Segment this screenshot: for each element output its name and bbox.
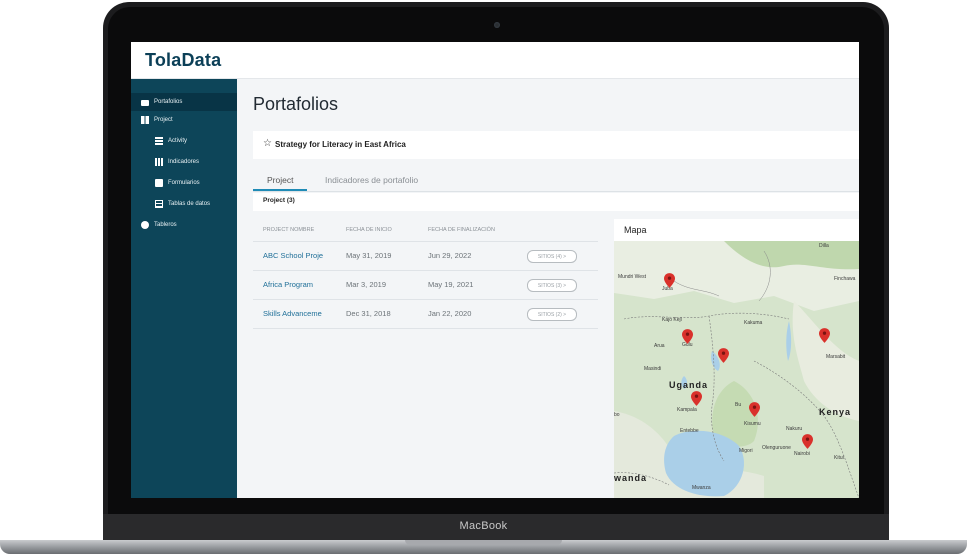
map-label-kitui: Kitui [834, 455, 844, 461]
start-date: Dec 31, 2018 [346, 309, 391, 318]
project-name-link[interactable]: Skills Advanceme [263, 309, 322, 318]
tab-indicadores-de-portafolio[interactable]: Indicadores de portafolio [325, 169, 418, 190]
map-pin-icon[interactable] [718, 348, 729, 363]
laptop-notch [405, 540, 562, 545]
start-date: May 31, 2019 [346, 251, 392, 260]
sidebar-item-label: Tablas de datos [168, 201, 211, 207]
map-pin-icon[interactable] [682, 329, 693, 344]
end-date: Jun 29, 2022 [428, 251, 472, 260]
sidebar-item-label: Activity [168, 138, 188, 144]
map-label-mundri: Mundri West [618, 274, 646, 280]
webcam [494, 22, 500, 28]
project-count-header: Project (3) [253, 193, 859, 211]
star-icon[interactable]: ☆ [263, 138, 272, 149]
map-label-entebbe: Entebbe [680, 428, 699, 434]
map-label-finchawa: Finchawa [834, 276, 856, 282]
projects-table: PROJECT NOMBRE FECHA DE INICIO FECHA DE … [253, 219, 598, 498]
map-label-nairobi: Nairobi [794, 451, 810, 457]
map-view[interactable]: Dilla Finchawa Mundri West Juba Kajo Kej… [614, 241, 859, 498]
dashboard-icon [141, 221, 149, 229]
map-label-nakuru: Nakuru [786, 426, 803, 432]
map-label-mwanza: Mwanza [692, 485, 711, 491]
briefcase-icon [141, 100, 149, 106]
map-label-kenya: Kenya [819, 407, 852, 417]
device-brand-label: MacBook [459, 520, 508, 532]
app-logo[interactable]: TolaData [145, 50, 221, 71]
map-label-bo: bo [614, 412, 620, 418]
sidebar-item-label: Formularios [168, 180, 200, 186]
column-header-project-nombre[interactable]: PROJECT NOMBRE [263, 227, 314, 233]
sidebar-item-label: Project [154, 117, 173, 123]
list-icon [155, 137, 163, 145]
sites-button[interactable]: SITIOS (2) > [527, 308, 577, 321]
sites-button[interactable]: SITIOS (4) > [527, 250, 577, 263]
project-name-link[interactable]: ABC School Proje [263, 251, 323, 260]
sites-button[interactable]: SITIOS (3) > [527, 279, 577, 292]
map-label-dilla: Dilla [819, 243, 829, 249]
project-count-label: Project (3) [263, 197, 295, 204]
screen: TolaData Portafolios Project Activity In… [131, 42, 859, 498]
table-row: Skills Advanceme Dec 31, 2018 Jan 22, 20… [253, 300, 598, 329]
map-label-uganda: Uganda [669, 380, 709, 390]
map-label-masindi: Masindi [644, 366, 662, 372]
map-label-marsabit: Marsabit [826, 354, 846, 360]
map-label-kajokeji: Kajo Keji [662, 317, 682, 323]
table-row: Africa Program Mar 3, 2019 May 19, 2021 … [253, 271, 598, 300]
main-content: Portafolios ☆ Strategy for Literacy in E… [237, 79, 859, 498]
tab-project[interactable]: Project [252, 169, 309, 191]
column-header-fecha-de-finalizacion[interactable]: FECHA DE FINALIZACIÓN [428, 227, 495, 233]
table-icon [155, 200, 163, 208]
start-date: Mar 3, 2019 [346, 280, 387, 289]
top-bar: TolaData [131, 42, 859, 79]
sidebar-item-portafolios[interactable]: Portafolios [131, 93, 247, 111]
table-row: ABC School Proje May 31, 2019 Jun 29, 20… [253, 242, 598, 271]
portfolio-name[interactable]: Strategy for Literacy in East Africa [275, 140, 406, 149]
sidebar-item-project[interactable]: Project [131, 111, 247, 129]
map-card: Mapa Dilla Finchawa Mundri West Juba Kaj… [614, 219, 859, 498]
map-pin-icon[interactable] [819, 328, 830, 343]
map-pin-icon[interactable] [664, 273, 675, 288]
map-pin-icon[interactable] [802, 434, 813, 449]
sidebar-item-label: Portafolios [154, 99, 183, 105]
project-name-link[interactable]: Africa Program [263, 280, 313, 289]
sidebar: Portafolios Project Activity Indicadores… [131, 79, 247, 498]
grid-icon [141, 116, 149, 124]
map-label-migori: Migori [739, 448, 753, 454]
form-icon [155, 179, 163, 187]
map-label-olenguruone: Olenguruone [762, 445, 791, 451]
tab-bar: Project Indicadores de portafolio [252, 169, 859, 192]
map-label-bu: Bu [735, 402, 742, 408]
map-label-kakuma: Kakuma [744, 320, 763, 326]
column-header-fecha-de-inicio[interactable]: FECHA DE INICIO [346, 227, 392, 233]
end-date: May 19, 2021 [428, 280, 474, 289]
portfolio-card: ☆ Strategy for Literacy in East Africa [253, 131, 859, 159]
page-title: Portafolios [253, 94, 339, 114]
map-pin-icon[interactable] [749, 402, 760, 417]
map-label-kisumu: Kisumu [744, 421, 761, 427]
sidebar-item-tableros[interactable]: Tableros [131, 216, 247, 234]
sidebar-item-label: Tableros [154, 222, 177, 228]
map-label-kampala: Kampala [677, 407, 697, 413]
map-label-rwanda: wanda [614, 473, 648, 483]
map-label-arua: Arua [654, 343, 665, 349]
sidebar-item-label: Indicadores [168, 159, 200, 165]
end-date: Jan 22, 2020 [428, 309, 472, 318]
map-pin-icon[interactable] [691, 391, 702, 406]
map-title: Mapa [624, 225, 647, 235]
bar-chart-icon [155, 158, 163, 166]
